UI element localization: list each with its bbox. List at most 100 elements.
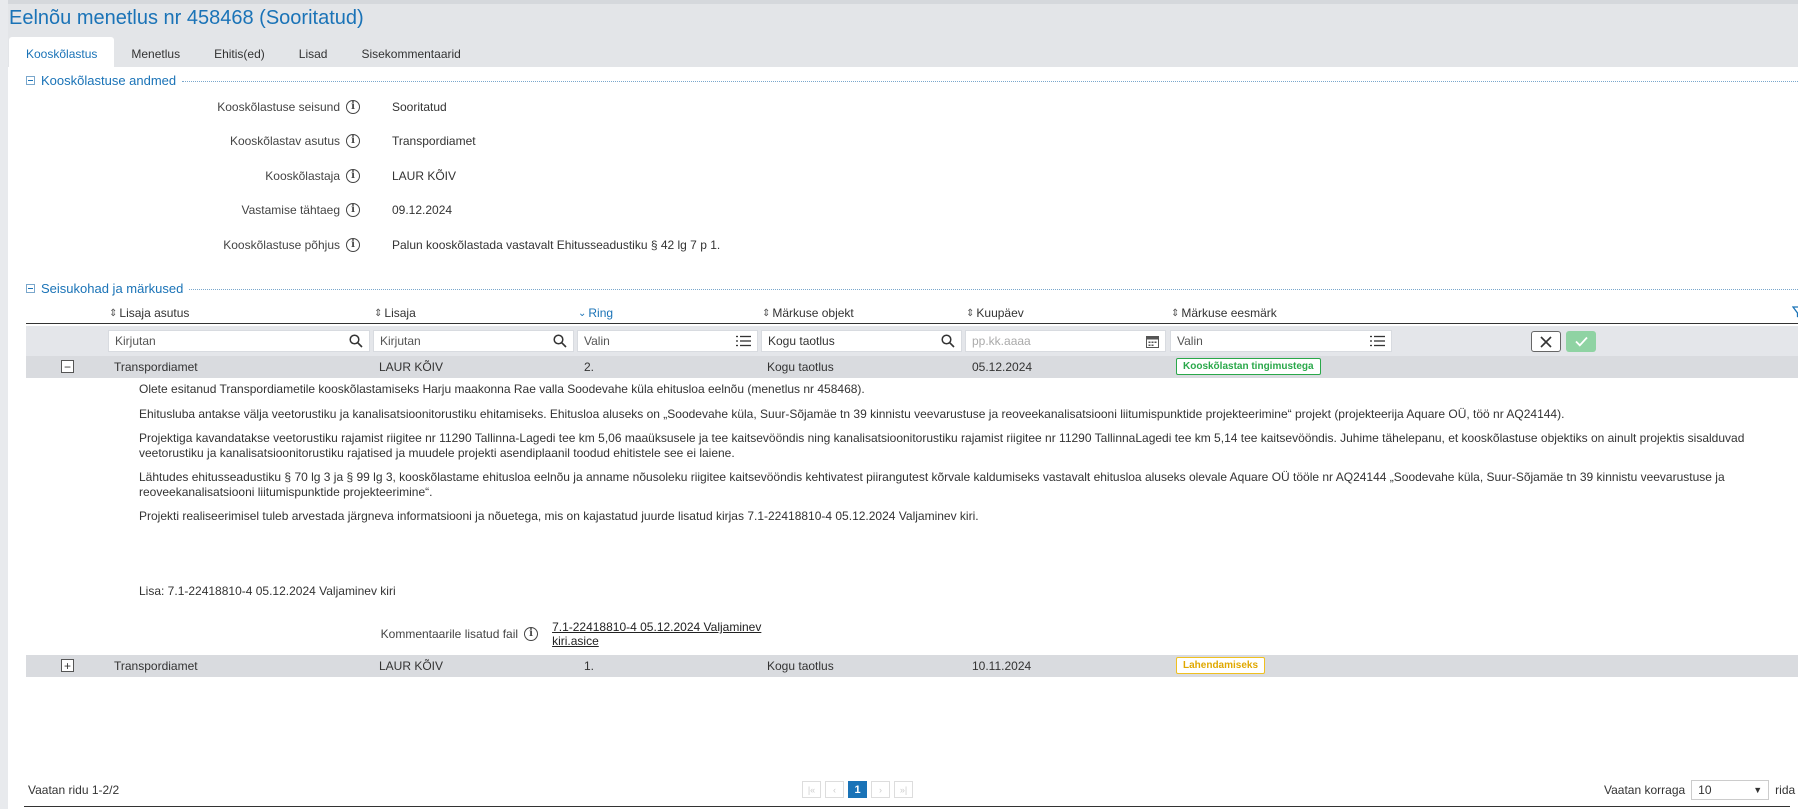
first-page-button[interactable]: |« xyxy=(802,781,821,798)
last-page-button[interactable]: »| xyxy=(894,781,913,798)
sort-icon: ⇕ xyxy=(109,307,118,319)
info-icon[interactable]: i xyxy=(346,238,360,252)
field-label: Kooskõlastuse seisund xyxy=(217,100,340,114)
collapse-row-button[interactable]: − xyxy=(61,360,74,373)
table-row[interactable]: + Transpordiamet LAUR KÕIV 1. Kogu taotl… xyxy=(26,655,1798,677)
column-header-ring[interactable]: ⌄ Ring xyxy=(578,306,613,320)
attachment-row: Kommentaarile lisatud fail i 7.1-2241881… xyxy=(8,620,808,648)
cell-kuupaev: 05.12.2024 xyxy=(972,360,1033,374)
section-seisukohad: Seisukohad ja märkused xyxy=(26,281,1798,296)
field-value: Transpordiamet xyxy=(392,134,476,148)
info-icon[interactable]: i xyxy=(346,169,360,183)
section-divider xyxy=(182,81,1798,82)
chevron-down-icon: ▼ xyxy=(1753,785,1763,795)
comment-paragraph: Ehitusluba antakse välja veetorustiku ja… xyxy=(139,407,1565,421)
pagination: |« ‹ 1 › »| xyxy=(802,781,913,798)
cell-asutus: Transpordiamet xyxy=(114,659,198,673)
page-header: Eelnõu menetlus nr 458468 (Sooritatud) K… xyxy=(8,0,1798,71)
info-icon[interactable]: i xyxy=(346,100,360,114)
comment-paragraph: Olete esitanud Transpordiametile kooskõl… xyxy=(139,382,865,396)
apply-filters-button[interactable] xyxy=(1566,331,1596,352)
info-icon[interactable]: i xyxy=(524,627,539,641)
chevron-down-icon: ⌄ xyxy=(578,307,587,319)
tab-kooskolastus[interactable]: Kooskõlastus xyxy=(9,37,115,71)
field-tahtaeg: Vastamise tähtaeg i 09.12.2024 xyxy=(8,200,908,220)
check-icon xyxy=(1574,336,1588,347)
section-title: Seisukohad ja märkused xyxy=(41,281,184,296)
filter-row: Kirjutan Kirjutan Valin Kogu taotlus pp.… xyxy=(26,326,1798,356)
page-size-select[interactable]: 10 ▼ xyxy=(1691,780,1770,800)
comment-paragraph: Projektiga kavandatakse veetorustiku raj… xyxy=(139,431,1745,460)
cell-ring: 2. xyxy=(584,360,595,374)
sort-icon: ⇕ xyxy=(1171,307,1180,319)
next-page-button[interactable]: › xyxy=(871,781,890,798)
comment-paragraph: Projekti realiseerimisel tuleb arvestada… xyxy=(139,509,979,523)
field-pohjus: Kooskõlastuse põhjus i Palun kooskõlastad… xyxy=(8,235,908,255)
filter-objekt-input[interactable]: Kogu taotlus xyxy=(761,330,962,352)
column-header-eesmark[interactable]: ⇕ Märkuse eesmärk xyxy=(1171,306,1277,320)
page-size-suffix: rida xyxy=(1775,783,1796,797)
section-title: Kooskõlastuse andmed xyxy=(41,73,177,88)
info-icon[interactable]: i xyxy=(346,203,360,217)
close-icon xyxy=(1540,335,1552,348)
tab-menetlus[interactable]: Menetlus xyxy=(114,37,197,71)
main-content: Kooskõlastuse andmed Kooskõlastuse seisu… xyxy=(8,67,1798,809)
field-label: Kooskõlastav asutus xyxy=(229,134,340,148)
field-label: Vastamise tähtaeg xyxy=(241,203,340,217)
attachment-label: Kommentaarile lisatud fail xyxy=(380,627,519,641)
table-header: ⇕ Lisaja asutus ⇕ Lisaja ⌄ Ring ⇕ Märkuse ob… xyxy=(26,304,1798,324)
field-kooskolastaja: Kooskõlastaja i LAUR KÕIV xyxy=(8,166,908,186)
field-value: Palun kooskõlastada vastavalt Ehitussead… xyxy=(392,238,721,252)
field-seisund: Kooskõlastuse seisund i Sooritatud xyxy=(8,97,908,117)
table-row[interactable]: − Transpordiamet LAUR KÕIV 2. Kogu taotl… xyxy=(26,356,1798,378)
rows-info: Vaatan ridu 1-2/2 xyxy=(28,783,120,797)
filter-asutus-input[interactable]: Kirjutan xyxy=(108,330,370,352)
field-label: Kooskõlastuse põhjus xyxy=(223,238,340,252)
field-value: Sooritatud xyxy=(392,100,447,114)
column-header-kuupaev[interactable]: ⇕ Kuupäev xyxy=(966,306,1024,320)
tab-sisekommentaarid[interactable]: Sisekommentaarid xyxy=(344,37,477,71)
section-divider xyxy=(189,289,1798,290)
sort-icon: ⇕ xyxy=(762,307,771,319)
cell-lisaja: LAUR KÕIV xyxy=(379,360,444,374)
filter-eesmark-select[interactable]: Valin xyxy=(1170,330,1392,352)
status-badge: Lahendamiseks xyxy=(1176,657,1266,674)
filter-icon[interactable] xyxy=(1792,306,1798,320)
search-icon[interactable] xyxy=(553,334,567,348)
expand-row-button[interactable]: + xyxy=(61,659,74,672)
list-icon[interactable] xyxy=(1370,335,1385,347)
calendar-icon[interactable] xyxy=(1146,335,1159,348)
page-size-control: Vaatan korraga 10 ▼ rida xyxy=(1604,780,1795,800)
page-title: Eelnõu menetlus nr 458468 (Sooritatud) xyxy=(9,7,364,29)
prev-page-button[interactable]: ‹ xyxy=(825,781,844,798)
page-button[interactable]: 1 xyxy=(848,781,867,798)
filter-kuupaev-input[interactable]: pp.kk.aaaa xyxy=(965,330,1166,352)
clear-filters-button[interactable] xyxy=(1531,331,1561,352)
cell-asutus: Transpordiamet xyxy=(114,360,198,374)
cell-objekt: Kogu taotlus xyxy=(767,360,834,374)
left-edge xyxy=(0,0,8,809)
filter-ring-select[interactable]: Valin xyxy=(577,330,758,352)
status-badge: Kooskõlastan tingimustega xyxy=(1176,358,1321,375)
collapse-icon[interactable] xyxy=(26,284,35,293)
comment-paragraph: Lähtudes ehitusseadustiku § 70 lg 3 ja §… xyxy=(139,470,1725,499)
list-icon[interactable] xyxy=(736,335,751,347)
cell-kuupaev: 10.11.2024 xyxy=(972,659,1032,673)
column-header-lisaja[interactable]: ⇕ Lisaja xyxy=(374,306,416,320)
filter-lisaja-input[interactable]: Kirjutan xyxy=(373,330,574,352)
tab-bar: Kooskõlastus Menetlus Ehitis(ed) Lisad S… xyxy=(9,37,478,71)
tab-lisad[interactable]: Lisad xyxy=(282,37,345,71)
search-icon[interactable] xyxy=(941,334,955,348)
cell-ring: 1. xyxy=(584,659,595,673)
cell-objekt: Kogu taotlus xyxy=(767,659,834,673)
tab-ehitised[interactable]: Ehitis(ed) xyxy=(197,37,282,71)
section-kooskolastuse-andmed: Kooskõlastuse andmed xyxy=(26,73,1798,88)
info-icon[interactable]: i xyxy=(346,134,360,148)
search-icon[interactable] xyxy=(349,334,363,348)
collapse-icon[interactable] xyxy=(26,76,35,85)
attachment-file-link[interactable]: 7.1-22418810-4 05.12.2024 Valjaminev kir… xyxy=(552,620,808,648)
field-label: Kooskõlastaja xyxy=(265,169,340,183)
column-header-objekt[interactable]: ⇕ Märkuse objekt xyxy=(762,306,854,320)
column-header-asutus[interactable]: ⇕ Lisaja asutus xyxy=(109,306,189,320)
sort-icon: ⇕ xyxy=(374,307,383,319)
